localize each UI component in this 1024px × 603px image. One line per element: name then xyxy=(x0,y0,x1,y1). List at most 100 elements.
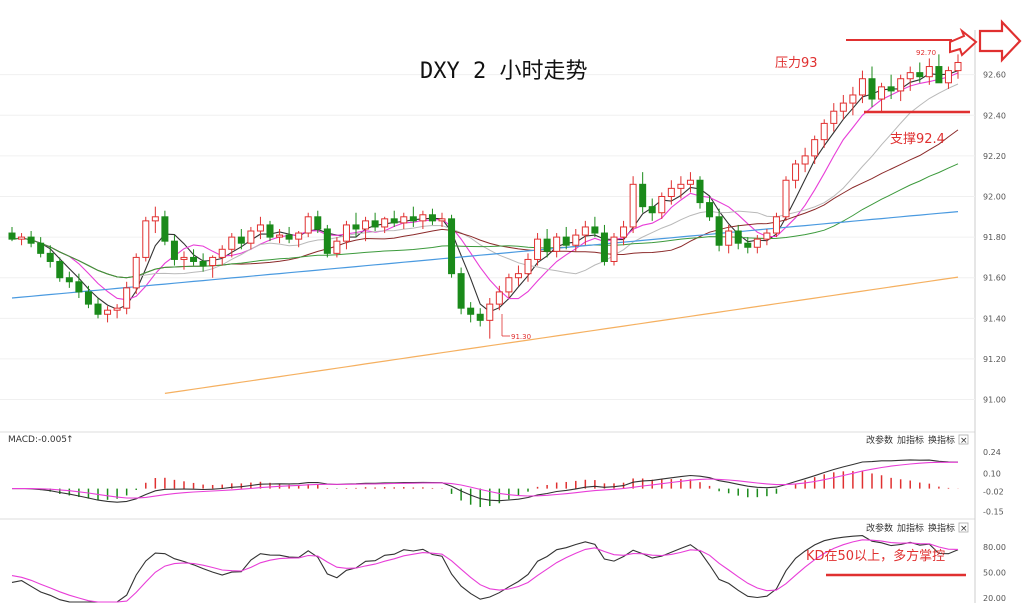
candle xyxy=(199,253,207,272)
candle xyxy=(476,308,484,327)
candle xyxy=(247,226,255,250)
candle xyxy=(897,74,905,102)
candle xyxy=(792,159,800,189)
macd-close-icon[interactable]: × xyxy=(960,436,968,446)
candle xyxy=(696,176,704,209)
kd-add-indicator-button[interactable]: 加指标 xyxy=(897,522,924,534)
candle xyxy=(27,231,35,248)
candle xyxy=(56,257,64,282)
candle xyxy=(486,298,494,339)
candle xyxy=(113,304,121,319)
kd-switch-indicator-button[interactable]: 换指标 xyxy=(928,522,955,534)
candle xyxy=(123,281,131,315)
macd-switch-indicator-button[interactable]: 换指标 xyxy=(928,434,955,446)
candle xyxy=(266,220,274,242)
y-tick-label: 92.40 xyxy=(983,111,1006,120)
candle xyxy=(715,208,723,252)
macd-y-tick-label: -0.02 xyxy=(983,488,1004,497)
candle xyxy=(65,271,73,288)
y-axis-main: 92.60 92.40 92.20 92.00 91.80 91.60 91.40 91.20… xyxy=(983,71,1006,405)
candle xyxy=(944,66,952,89)
candle xyxy=(151,206,159,234)
candle xyxy=(438,212,446,227)
candle xyxy=(371,212,379,232)
moving-average-lines xyxy=(11,70,959,394)
kd-panel xyxy=(11,535,959,603)
macd-y-tick-label: -0.15 xyxy=(983,507,1004,516)
candle xyxy=(725,224,733,254)
candle xyxy=(428,208,436,225)
candle xyxy=(104,306,112,323)
high-label: 92.70 xyxy=(916,49,936,57)
y-tick-label: 91.80 xyxy=(983,233,1006,242)
macd-label: MACD:-0.005 xyxy=(8,435,67,445)
ma-pink-line xyxy=(11,72,959,301)
support-label: 支撑92.4 xyxy=(890,132,945,147)
candle xyxy=(342,220,350,250)
candle xyxy=(218,245,226,266)
kd-y-tick-label: 80.00 xyxy=(983,543,1006,552)
candle xyxy=(772,212,780,238)
dxy-chart: 92.60 92.40 92.20 92.00 91.80 91.60 91.40 91.20… xyxy=(0,19,1022,603)
y-tick-label: 91.20 xyxy=(983,355,1006,364)
candle xyxy=(18,233,26,246)
right-arrow-icon xyxy=(978,19,1022,63)
candle xyxy=(572,228,580,252)
candle xyxy=(209,255,217,278)
candle xyxy=(878,82,886,112)
kd-note: KD在50以上，多方掌控 xyxy=(806,548,945,564)
candle xyxy=(8,226,16,242)
candle xyxy=(505,273,513,299)
candle xyxy=(868,66,876,108)
candle xyxy=(648,198,656,221)
candle xyxy=(658,192,666,219)
candle xyxy=(237,228,245,250)
candle xyxy=(400,212,408,229)
candle xyxy=(37,237,45,258)
y-tick-label: 91.60 xyxy=(983,274,1006,283)
macd-y-tick-label: 0.24 xyxy=(983,448,1001,457)
candle xyxy=(409,206,417,227)
candle xyxy=(84,285,92,309)
candle xyxy=(887,74,895,100)
kd-k-line xyxy=(11,535,959,603)
candle xyxy=(801,147,809,173)
candle xyxy=(734,224,742,250)
candle xyxy=(495,285,503,311)
macd-params-button[interactable]: 改参数 xyxy=(866,434,893,446)
candle xyxy=(600,224,608,266)
low-label: 91.30 xyxy=(511,333,531,341)
y-tick-label: 91.00 xyxy=(983,396,1006,405)
candle xyxy=(323,224,331,258)
candle xyxy=(610,233,618,266)
resistance-label: 压力93 xyxy=(775,56,818,71)
candle xyxy=(467,302,475,323)
ma-orange-line xyxy=(164,276,959,394)
y-tick-label: 91.40 xyxy=(983,314,1006,323)
y-tick-label: 92.60 xyxy=(983,71,1006,80)
candle xyxy=(448,214,456,278)
candle xyxy=(304,212,312,238)
macd-y-tick-label: 0.10 xyxy=(983,469,1001,478)
candle xyxy=(811,135,819,165)
candle xyxy=(457,267,465,315)
candle xyxy=(514,265,522,286)
candle xyxy=(639,172,647,213)
chart-title: DXY 2 小时走势 xyxy=(420,59,587,84)
candle xyxy=(94,298,102,319)
kd-close-icon[interactable]: × xyxy=(960,524,968,534)
candle xyxy=(142,216,150,262)
macd-add-indicator-button[interactable]: 加指标 xyxy=(897,434,924,446)
candle xyxy=(830,103,838,132)
y-tick-label: 92.00 xyxy=(983,192,1006,201)
macd-arrow-icon: ↑ xyxy=(66,435,74,445)
candle xyxy=(285,226,293,244)
kd-params-button[interactable]: 改参数 xyxy=(866,522,893,534)
ma-blue-line xyxy=(11,211,959,299)
candle xyxy=(677,176,685,199)
candle xyxy=(858,70,866,104)
y-axis-kd: 80.00 50.00 20.00 xyxy=(983,543,1006,603)
candle xyxy=(935,54,943,84)
macd-panel xyxy=(11,459,959,508)
y-tick-label: 92.20 xyxy=(983,152,1006,161)
